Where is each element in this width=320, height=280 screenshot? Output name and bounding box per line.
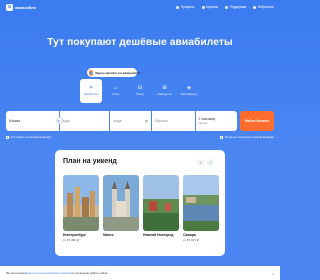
service-tabs: ✈ Авиабилеты ⌂ Отели ⊟ Поезд ⊞ Маршрутки…	[80, 79, 200, 103]
search-options: Составить сложный маршрут Открыть Остров…	[6, 134, 274, 140]
complex-route-label: Составить сложный маршрут	[10, 135, 52, 139]
route-icon: ◈	[187, 85, 191, 92]
card-city: Екатеринбург	[63, 233, 86, 237]
nav-profile[interactable]: Профиль	[176, 5, 195, 9]
top-bar: a авиасейлс Профиль Корзина Поддержка Из…	[0, 0, 280, 14]
destination-card[interactable]: Екатеринбург от 15 380 ₽	[63, 175, 99, 250]
return-date-placeholder: Обратно	[154, 119, 168, 123]
nav-basket-label: Корзина	[206, 5, 219, 9]
passengers-class: эконом	[198, 121, 208, 125]
tab-my-route-label: Мой Маршрут	[180, 92, 198, 96]
logo[interactable]: a авиасейлс	[6, 3, 36, 11]
nav-profile-label: Профиль	[180, 5, 195, 9]
passengers-value: 1 пассажир	[198, 117, 216, 122]
tab-hotels-label: Отели	[111, 92, 120, 96]
destination-card[interactable]: Самара от 15 013 ₽	[183, 175, 219, 250]
destination-field[interactable]: Куда	[59, 111, 110, 131]
depart-date-placeholder: Когда	[113, 119, 122, 123]
complex-route-option[interactable]: Составить сложный маршрут	[6, 135, 51, 139]
cookie-text-prefix: Мы используем	[6, 271, 27, 275]
bus-icon: ⊞	[162, 85, 167, 92]
samara-photo	[183, 175, 219, 231]
bus-promo-text: Ищете автобус на Авиасейлс?	[95, 70, 141, 75]
nav-basket[interactable]: Корзина	[201, 5, 219, 9]
ekaterinburg-photo	[63, 175, 99, 231]
origin-field[interactable]: Москва ⇄	[6, 111, 63, 131]
complex-route-checkbox[interactable]	[6, 135, 9, 139]
nav-support[interactable]: Поддержка	[225, 5, 246, 9]
support-icon	[225, 5, 229, 9]
bus-promo-icon: 🚌	[89, 69, 94, 76]
tab-train[interactable]: ⊟ Поезд	[129, 79, 151, 103]
ostrovok-checkbox[interactable]	[220, 135, 224, 139]
nav-favorites-label: Избранное	[257, 5, 274, 9]
destination-cards: Екатеринбург от 15 380 ₽ Минск Нижний Но…	[63, 175, 219, 250]
top-nav: Профиль Корзина Поддержка Избранное	[176, 5, 274, 9]
tab-hotels[interactable]: ⌂ Отели	[105, 79, 127, 103]
weekend-title: План на уикенд	[63, 158, 117, 165]
nav-favorites[interactable]: Избранное	[253, 5, 274, 9]
tab-flights-label: Авиабилеты	[83, 92, 99, 96]
destination-placeholder: Куда	[62, 119, 70, 123]
bus-promo-pill[interactable]: 🚌 Ищете автобус на Авиасейлс?	[87, 68, 141, 77]
weekend-panel: План на уикенд ‹ › Екатеринбург от 15 38…	[55, 150, 225, 256]
destination-card[interactable]: Нижний Новгород	[143, 175, 179, 250]
origin-value: Москва	[9, 119, 20, 123]
carousel-next-button[interactable]: ›	[207, 159, 214, 166]
return-date-field[interactable]: Обратно	[151, 111, 195, 131]
logo-mark-icon: a	[6, 3, 13, 11]
minsk-photo	[103, 175, 139, 231]
calendar-icon: ▦	[144, 119, 148, 123]
card-city: Самара	[183, 233, 196, 237]
tab-my-route[interactable]: ◈ Мой Маршрут	[178, 79, 200, 103]
plane-icon: ✈	[88, 85, 94, 92]
carousel-prev-button[interactable]: ‹	[197, 159, 204, 166]
ostrovok-option[interactable]: Открыть Островок в новой вкладке	[220, 135, 274, 139]
hero-title: Тут покупают дешёвые авиабилеты	[47, 37, 233, 48]
tab-train-label: Поезд	[136, 92, 144, 96]
depart-date-field[interactable]: Когда ▦	[110, 111, 151, 131]
nizhny-novgorod-photo	[143, 175, 179, 231]
destination-card[interactable]: Минск	[103, 175, 139, 250]
basket-icon	[201, 5, 205, 9]
cookie-text-suffix: и улучшения работы сайта	[72, 271, 108, 275]
tab-minibus[interactable]: ⊞ Маршрутки	[154, 79, 176, 103]
user-icon	[176, 5, 180, 9]
logo-text: авиасейлс	[15, 4, 36, 10]
tab-flights[interactable]: ✈ Авиабилеты	[80, 79, 102, 103]
card-price: от 15 013 ₽	[183, 237, 199, 242]
cookie-banner: Мы используем куки для персонализации се…	[0, 266, 280, 280]
close-icon[interactable]: ×	[272, 271, 274, 276]
ostrovok-label: Открыть Островок в новой вкладке	[224, 135, 274, 139]
swap-icon[interactable]: ⇄	[55, 117, 63, 124]
passengers-field[interactable]: 1 пассажир эконом	[195, 111, 238, 131]
train-icon: ⊟	[137, 85, 143, 92]
heart-icon	[253, 5, 257, 9]
cookie-link[interactable]: куки для персонализации сервисов	[26, 271, 72, 275]
search-button[interactable]: Найти билеты	[240, 111, 274, 131]
card-price: от 15 380 ₽	[63, 237, 79, 242]
search-form: Москва ⇄ Куда Когда ▦ Обратно 1 пассажир…	[6, 111, 274, 131]
hotel-icon: ⌂	[113, 85, 118, 92]
tab-minibus-label: Маршрутки	[157, 92, 172, 96]
nav-support-label: Поддержка	[229, 5, 247, 9]
card-city: Нижний Новгород	[143, 233, 174, 237]
card-city: Минск	[103, 233, 114, 237]
